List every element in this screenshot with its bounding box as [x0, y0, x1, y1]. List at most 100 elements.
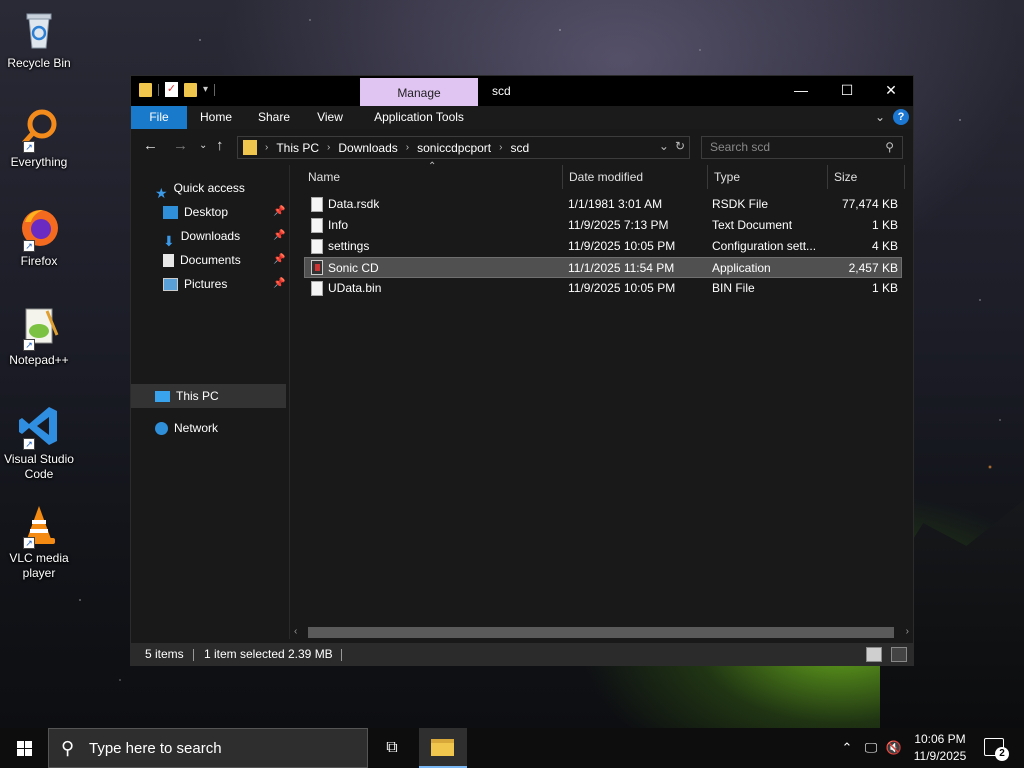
properties-icon[interactable]: ✓	[165, 82, 178, 97]
search-icon: ⚲	[61, 738, 75, 758]
notification-count-badge: 2	[995, 747, 1009, 761]
clock-time: 10:06 PM	[914, 732, 966, 746]
file-name: UData.bin	[328, 281, 382, 295]
nav-item-desktop[interactable]: Desktop	[163, 201, 228, 223]
customize-qat-icon[interactable]: ▾	[203, 84, 208, 95]
tab-file[interactable]: File	[131, 106, 187, 129]
tab-manage[interactable]: Manage	[360, 78, 478, 106]
file-size: 2,457 KB	[848, 261, 898, 275]
desktop-icon-vlc[interactable]: ↗ VLC media player	[4, 503, 74, 581]
star-icon: ★	[155, 184, 168, 201]
taskbar-search-box[interactable]: ⚲ Type here to search	[48, 728, 368, 768]
file-type: RSDK File	[712, 197, 769, 211]
file-size: 4 KB	[871, 239, 898, 253]
chevron-right-icon[interactable]: ›	[406, 142, 409, 153]
pin-icon[interactable]: 📌	[273, 278, 285, 289]
breadcrumb-soniccdpcport[interactable]: soniccdpcport	[417, 141, 491, 155]
breadcrumb-this-pc[interactable]: This PC	[276, 141, 319, 155]
recent-locations-icon[interactable]: ⌄	[199, 138, 207, 154]
quick-access-toolbar: ✓ ▾	[139, 82, 216, 97]
address-bar[interactable]: › This PC › Downloads › soniccdpcport › …	[237, 136, 690, 159]
desktop-icon-everything[interactable]: ↗ Everything	[4, 107, 74, 170]
chevron-right-icon[interactable]: ›	[499, 142, 502, 153]
file-row[interactable]: Data.rsdk 1/1/1981 3:01 AM RSDK File 77,…	[304, 194, 902, 215]
chevron-right-icon[interactable]: ›	[265, 142, 268, 153]
maximize-button[interactable]: ☐	[824, 76, 870, 106]
new-folder-icon[interactable]	[184, 82, 197, 97]
refresh-icon[interactable]: ↻	[675, 139, 685, 153]
file-row[interactable]: Info 11/9/2025 7:13 PM Text Document 1 K…	[304, 215, 902, 236]
file-icon	[311, 239, 323, 254]
status-separator	[193, 649, 194, 661]
status-selected-size: 2.39 MB	[288, 647, 333, 661]
nav-item-quick-access[interactable]: ★ Quick access	[155, 177, 245, 201]
search-placeholder: Search scd	[710, 140, 771, 154]
network-tray-icon[interactable]: 🖵	[860, 728, 882, 768]
help-icon[interactable]: ?	[893, 109, 909, 125]
volume-muted-icon[interactable]: 🔇	[884, 728, 904, 768]
tab-application-tools[interactable]: Application Tools	[360, 106, 478, 129]
file-date: 11/9/2025 10:05 PM	[568, 281, 676, 295]
task-view-icon[interactable]: ⧉	[378, 736, 406, 760]
status-separator	[341, 649, 342, 661]
file-row[interactable]: UData.bin 11/9/2025 10:05 PM BIN File 1 …	[304, 278, 902, 299]
file-row-selected[interactable]: Sonic CD 11/1/2025 11:54 PM Application …	[304, 257, 902, 278]
file-type: Application	[712, 261, 771, 275]
file-date: 1/1/1981 3:01 AM	[568, 197, 663, 211]
column-header-type[interactable]: Type	[708, 165, 828, 189]
scroll-left-icon[interactable]: ‹	[294, 625, 297, 639]
shortcut-arrow-icon: ↗	[23, 141, 35, 153]
column-divider[interactable]	[904, 165, 905, 189]
desktop-icon-firefox[interactable]: ↗ Firefox	[4, 206, 74, 269]
large-icons-view-button[interactable]	[891, 647, 907, 662]
column-header-name[interactable]: Name	[302, 165, 562, 189]
pin-icon[interactable]: 📌	[273, 254, 285, 265]
nav-item-downloads[interactable]: ⬇ Downloads	[163, 225, 240, 249]
shortcut-arrow-icon: ↗	[23, 438, 35, 450]
tab-share[interactable]: Share	[249, 106, 299, 129]
tab-view[interactable]: View	[309, 106, 351, 129]
horizontal-scrollbar[interactable]: ‹ ›	[290, 625, 913, 639]
chevron-right-icon[interactable]: ›	[327, 142, 330, 153]
desktop-icon	[163, 205, 178, 219]
column-header-date-modified[interactable]: Date modified	[563, 165, 707, 189]
desktop-icon-label: VLC media player	[9, 551, 69, 580]
chevron-down-icon[interactable]: ⌄	[659, 139, 669, 153]
nav-item-documents[interactable]: Documents	[163, 249, 241, 271]
breadcrumb-scd[interactable]: scd	[510, 141, 529, 155]
expand-ribbon-icon[interactable]: ⌄	[875, 110, 885, 124]
start-button[interactable]	[0, 728, 48, 768]
breadcrumb-downloads[interactable]: Downloads	[338, 141, 397, 155]
tab-home[interactable]: Home	[193, 106, 239, 129]
desktop-icon-notepadpp[interactable]: ↗ Notepad++	[4, 305, 74, 368]
pin-icon[interactable]: 📌	[273, 230, 285, 241]
forward-icon[interactable]: →	[173, 138, 188, 154]
desktop-icon-recycle-bin[interactable]: Recycle Bin	[4, 8, 74, 71]
nav-label: Desktop	[184, 205, 229, 219]
show-hidden-icons-icon[interactable]: ⌃	[838, 728, 856, 768]
status-selected-count: 1 item selected	[204, 647, 285, 661]
notification-center-icon[interactable]: 2	[984, 738, 1009, 761]
minimize-button[interactable]: —	[778, 76, 824, 106]
scrollbar-thumb[interactable]	[308, 627, 894, 638]
taskbar-file-explorer[interactable]	[419, 728, 467, 768]
search-input[interactable]: Search scd ⚲	[701, 136, 903, 159]
up-icon[interactable]: ↑	[216, 138, 224, 154]
column-header-size[interactable]: Size	[828, 165, 904, 189]
nav-item-network[interactable]: Network	[155, 417, 218, 439]
file-row[interactable]: settings 11/9/2025 10:05 PM Configuratio…	[304, 236, 902, 257]
navigation-pane: ★ Quick access Desktop 📌 ⬇ Downloads 📌 D…	[131, 165, 289, 639]
back-icon[interactable]: ←	[143, 138, 158, 154]
details-view-button[interactable]	[866, 647, 882, 662]
pin-icon[interactable]: 📌	[273, 206, 285, 217]
scroll-right-icon[interactable]: ›	[906, 625, 909, 639]
windows-logo-icon	[17, 741, 32, 756]
nav-item-this-pc[interactable]: This PC	[155, 385, 219, 407]
desktop-icon-vscode[interactable]: ↗ Visual Studio Code	[4, 404, 74, 482]
file-size: 1 KB	[871, 218, 898, 232]
title-bar[interactable]: ✓ ▾ Manage scd — ☐ ✕	[131, 76, 913, 106]
nav-item-pictures[interactable]: Pictures	[163, 273, 227, 295]
close-button[interactable]: ✕	[868, 76, 914, 106]
file-list: ⌃ Name Date modified Type Size Data.rsdk…	[290, 161, 913, 639]
clock[interactable]: 10:06 PM 11/9/2025	[905, 731, 975, 765]
